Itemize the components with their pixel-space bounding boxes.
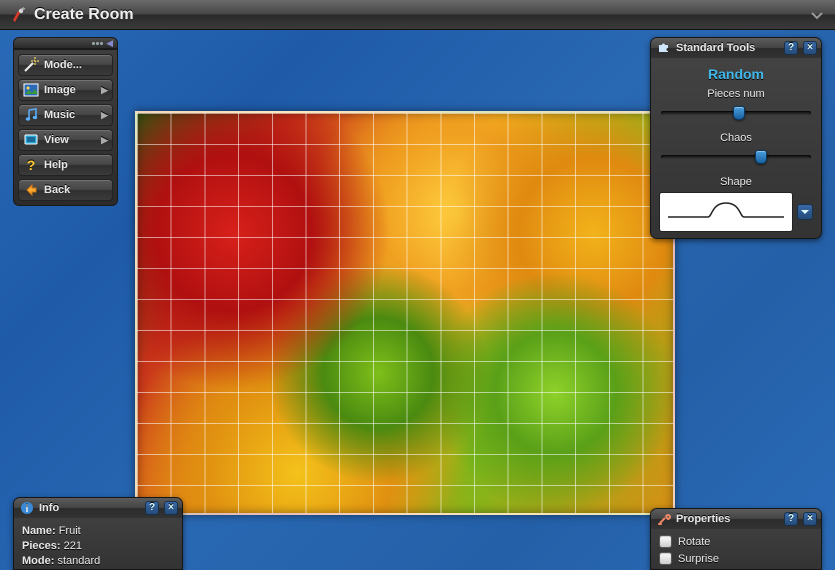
surprise-checkbox-row: Surprise	[659, 552, 719, 565]
menu-item-image[interactable]: Image ▶	[18, 79, 113, 101]
page-title: Create Room	[34, 6, 134, 24]
info-mode-row: Mode: standard	[22, 554, 100, 569]
panel-close-button[interactable]: ×	[803, 41, 817, 55]
tool-heading: Random	[708, 66, 764, 82]
info-name-row: Name: Fruit	[22, 524, 81, 539]
panel-close-button[interactable]: ×	[803, 512, 817, 526]
wand-icon	[23, 57, 39, 73]
shape-label: Shape	[720, 176, 752, 188]
menu-label: Music	[44, 109, 101, 121]
panel-title-label: Standard Tools	[676, 42, 779, 54]
panel-title-label: Info	[39, 502, 140, 514]
music-icon	[23, 107, 39, 123]
panel-title-bar[interactable]: Standard Tools ? ×	[651, 38, 821, 58]
sidebar-collapse-handle[interactable]: ◀	[13, 37, 118, 49]
menu-label: Mode...	[44, 59, 108, 71]
menu-label: Image	[44, 84, 101, 96]
panel-help-button[interactable]: ?	[784, 41, 798, 55]
menu-label: View	[44, 134, 101, 146]
surprise-label: Surprise	[678, 553, 719, 565]
menu-label: Back	[44, 184, 108, 196]
title-bar-left: Create Room	[10, 6, 134, 24]
menu-item-help[interactable]: ? Help	[18, 154, 113, 176]
menu-item-view[interactable]: View ▶	[18, 129, 113, 151]
slider-thumb[interactable]	[755, 150, 767, 164]
panel-title-bar[interactable]: i Info ? ×	[14, 498, 182, 518]
title-bar: Create Room	[0, 0, 835, 30]
pieces-num-slider[interactable]	[661, 104, 811, 122]
panel-title-label: Properties	[676, 513, 779, 525]
panel-title-bar[interactable]: Properties ? ×	[651, 509, 821, 529]
rotate-label: Rotate	[678, 536, 710, 548]
view-icon	[23, 132, 39, 148]
rotate-checkbox[interactable]	[659, 535, 672, 548]
pieces-num-label: Pieces num	[707, 88, 764, 100]
properties-panel: Properties ? × Rotate Surprise	[650, 508, 822, 570]
shape-dropdown-button[interactable]	[797, 204, 813, 220]
help-icon: ?	[23, 157, 39, 173]
tools-icon	[657, 512, 671, 526]
submenu-arrow-icon: ▶	[101, 110, 108, 121]
standard-tools-panel: Standard Tools ? × Random Pieces num Cha…	[650, 37, 822, 239]
svg-text:i: i	[26, 504, 29, 515]
submenu-arrow-icon: ▶	[101, 85, 108, 96]
image-icon	[23, 82, 39, 98]
panel-help-button[interactable]: ?	[784, 512, 798, 526]
puzzle-piece-icon	[657, 41, 671, 55]
surprise-checkbox[interactable]	[659, 552, 672, 565]
menu-label: Help	[44, 159, 108, 171]
info-panel: i Info ? × Name: Fruit Pieces: 221 Mode:…	[13, 497, 183, 570]
svg-text:?: ?	[27, 157, 36, 173]
rotate-checkbox-row: Rotate	[659, 535, 710, 548]
info-icon: i	[20, 501, 34, 515]
info-pieces-row: Pieces: 221	[22, 539, 82, 554]
panel-help-button[interactable]: ?	[145, 501, 159, 515]
puzzle-preview[interactable]	[135, 111, 675, 515]
menu-item-music[interactable]: Music ▶	[18, 104, 113, 126]
menu-item-mode[interactable]: Mode...	[18, 54, 113, 76]
menu-item-back[interactable]: Back	[18, 179, 113, 201]
chaos-slider[interactable]	[661, 148, 811, 166]
collapse-header-button[interactable]	[809, 7, 825, 23]
app-icon	[10, 7, 26, 23]
submenu-arrow-icon: ▶	[101, 135, 108, 146]
panel-close-button[interactable]: ×	[164, 501, 178, 515]
back-icon	[23, 182, 39, 198]
chaos-label: Chaos	[720, 132, 752, 144]
shape-preview	[659, 192, 793, 232]
sidebar-menu: Mode... Image ▶ Music ▶ View ▶ ? Help Ba…	[13, 49, 118, 206]
slider-thumb[interactable]	[733, 106, 745, 120]
sidebar: ◀ Mode... Image ▶ Music ▶ View ▶ ? Help …	[13, 37, 118, 206]
